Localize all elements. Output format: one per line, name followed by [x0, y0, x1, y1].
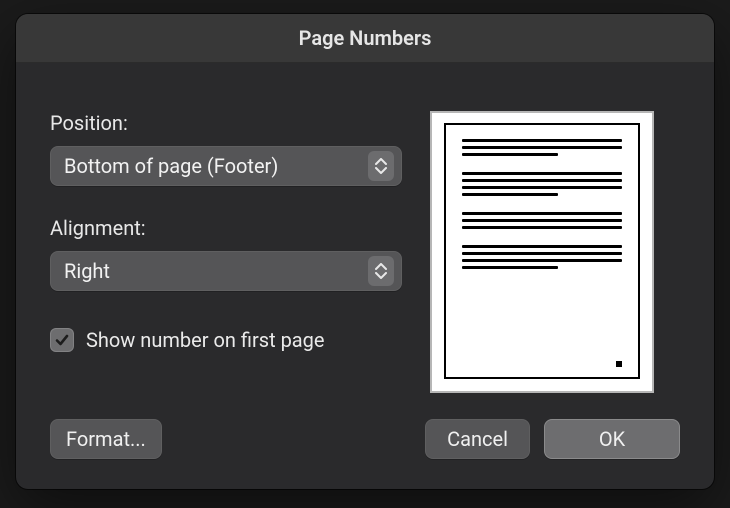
preview-page — [444, 123, 640, 379]
position-value: Bottom of page (Footer) — [64, 154, 278, 178]
position-select[interactable]: Bottom of page (Footer) — [50, 146, 402, 186]
chevron-up-down-icon — [368, 256, 394, 286]
format-button[interactable]: Format... — [50, 419, 162, 459]
alignment-value: Right — [64, 259, 110, 283]
chevron-up-down-icon — [368, 151, 394, 181]
ok-button[interactable]: OK — [544, 419, 680, 459]
alignment-label: Alignment: — [50, 216, 402, 240]
page-numbers-dialog: Page Numbers Position: Bottom of page (F… — [16, 14, 714, 489]
cancel-button[interactable]: Cancel — [425, 419, 530, 459]
preview-pane — [430, 111, 654, 393]
dialog-title: Page Numbers — [299, 26, 432, 50]
preview-page-number-indicator — [616, 361, 622, 367]
show-first-page-checkbox[interactable] — [50, 328, 74, 352]
cancel-button-label: Cancel — [447, 427, 508, 451]
position-label: Position: — [50, 111, 402, 135]
dialog-titlebar: Page Numbers — [16, 14, 714, 63]
ok-button-label: OK — [599, 427, 625, 451]
format-button-label: Format... — [66, 427, 146, 451]
alignment-select[interactable]: Right — [50, 251, 402, 291]
show-first-page-label: Show number on first page — [86, 328, 325, 352]
